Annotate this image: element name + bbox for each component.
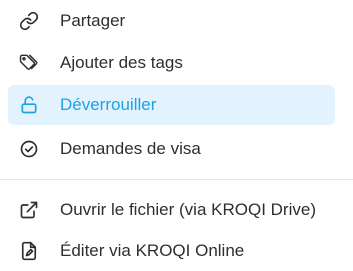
menu-item-label: Éditer via KROQI Online <box>60 241 245 260</box>
tags-icon <box>19 53 39 73</box>
unlock-icon <box>19 95 39 115</box>
menu-divider <box>0 179 353 180</box>
menu-item-visa-requests[interactable]: Demandes de visa <box>8 129 335 169</box>
menu-item-edit-online[interactable]: Éditer via KROQI Online <box>8 231 335 271</box>
menu-item-label: Ouvrir le fichier (via KROQI Drive) <box>60 200 316 219</box>
menu-item-label: Demandes de visa <box>60 139 201 158</box>
menu-item-unlock[interactable]: Déverrouiller <box>8 85 335 125</box>
menu-item-open-file[interactable]: Ouvrir le fichier (via KROQI Drive) <box>8 190 335 230</box>
edit-document-icon <box>19 241 39 261</box>
menu-item-add-tags[interactable]: Ajouter des tags <box>8 43 335 83</box>
menu-item-label: Ajouter des tags <box>60 53 183 72</box>
check-circle-icon <box>19 139 39 159</box>
external-link-icon <box>19 200 39 220</box>
menu-item-share[interactable]: Partager <box>8 1 335 41</box>
context-menu: Partager Ajouter des tags Déverrouiller <box>0 0 353 264</box>
menu-item-label: Déverrouiller <box>60 95 157 114</box>
menu-item-label: Partager <box>60 11 126 30</box>
link-icon <box>19 11 39 31</box>
